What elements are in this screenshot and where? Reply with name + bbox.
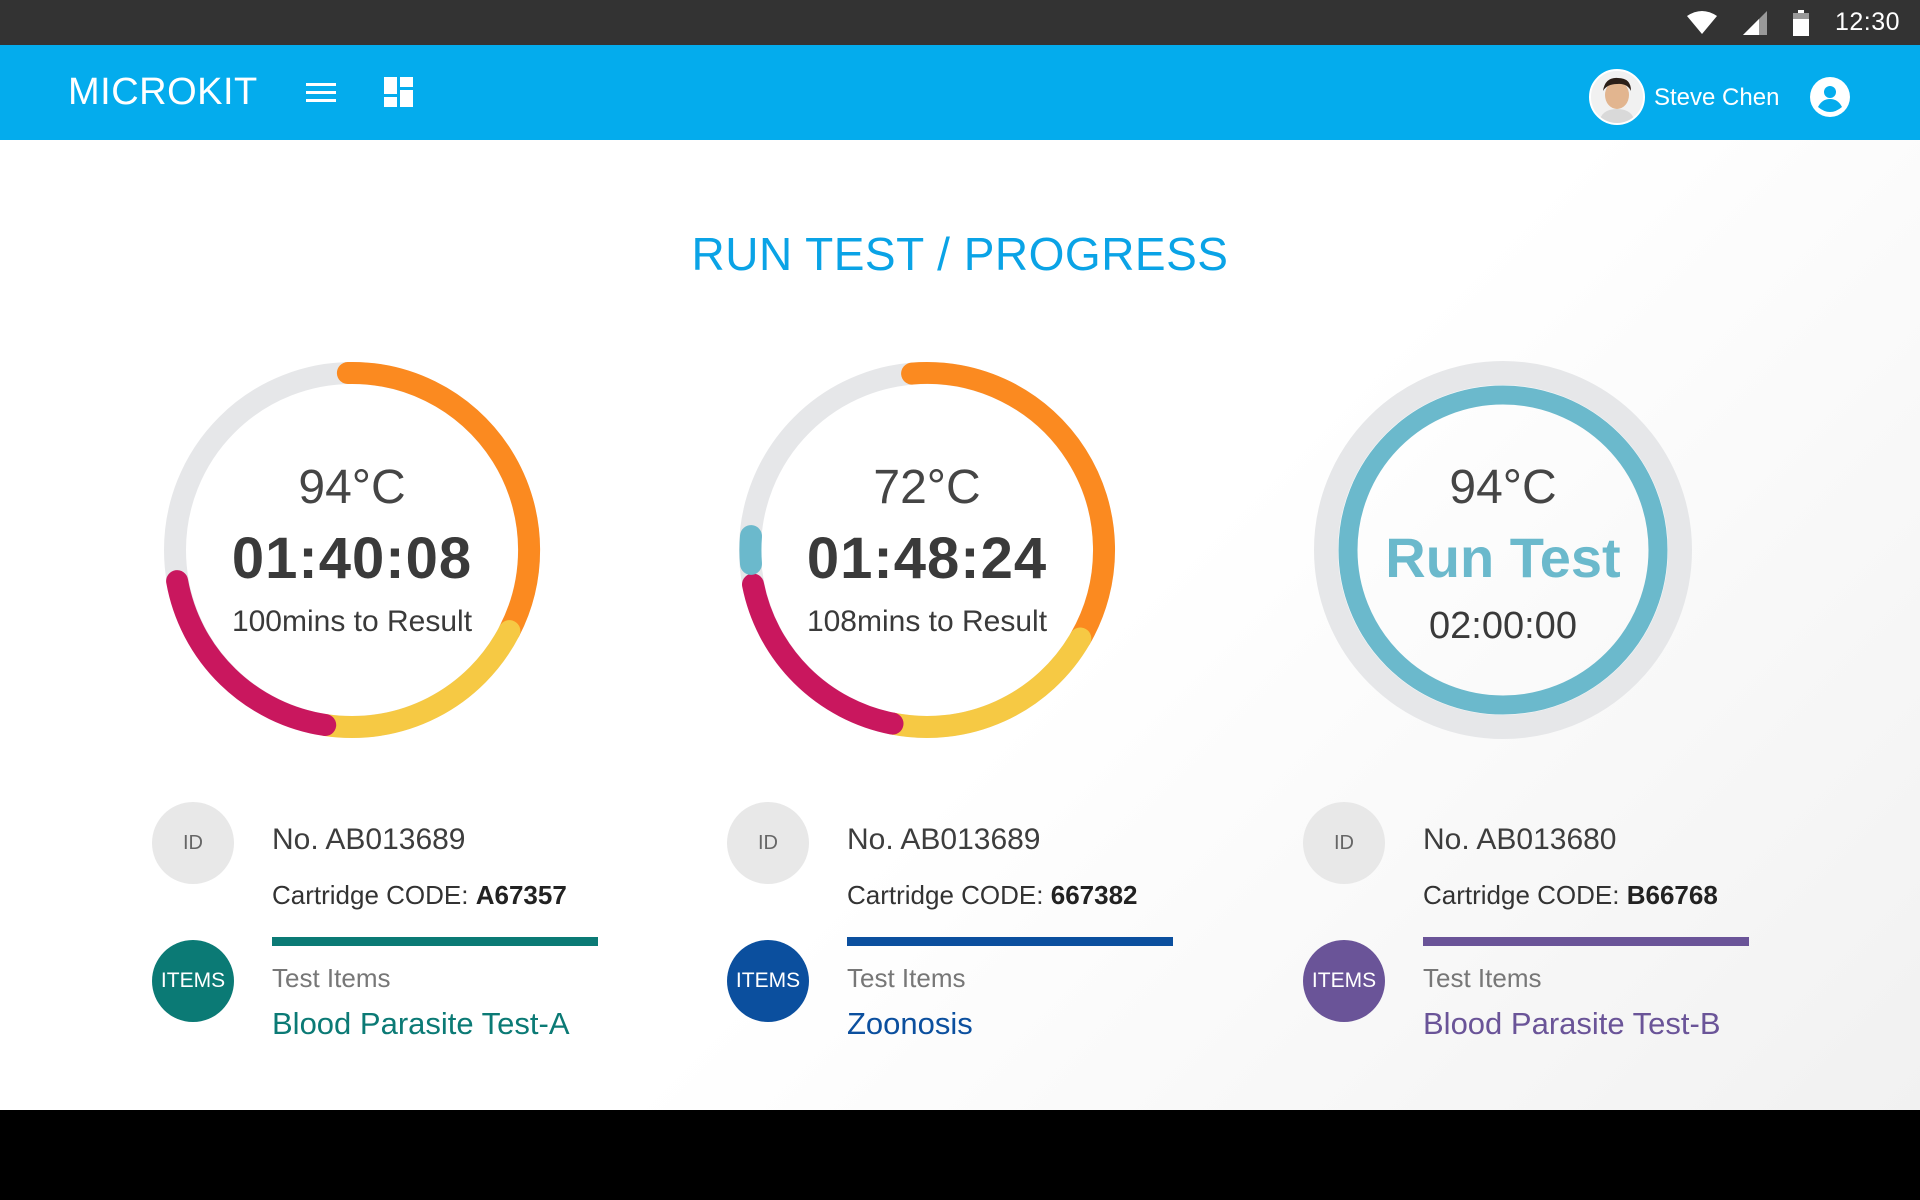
id-badge: ID	[727, 802, 809, 884]
status-icons: 12:30	[1686, 0, 1900, 45]
cartridge-code: Cartridge CODE: B66768	[1423, 880, 1718, 911]
ring-texts: 94°C 01:40:08 100mins to Result	[152, 350, 552, 750]
wifi-icon	[1686, 10, 1717, 35]
avatar[interactable]	[1589, 69, 1645, 125]
battery-icon	[1792, 9, 1809, 36]
temperature: 72°C	[873, 461, 981, 514]
test-items-label: Test Items	[847, 963, 966, 993]
status-time: 12:30	[1834, 8, 1900, 36]
status-bar: 12:30	[0, 0, 1920, 45]
ring-texts: 94°C Run Test 02:00:00	[1303, 350, 1703, 750]
test-item-name[interactable]: Blood Parasite Test-B	[1423, 1006, 1721, 1042]
dashboard-icon[interactable]	[382, 75, 416, 109]
test-item-name[interactable]: Blood Parasite Test-A	[272, 1006, 570, 1042]
test-card: 72°C 01:48:24 108mins to Result ID No. A…	[727, 140, 1287, 1110]
app-title: MICROKIT	[68, 71, 258, 113]
navigation-bar	[0, 1110, 1920, 1200]
cartridge-code: Cartridge CODE: 667382	[847, 880, 1138, 911]
signal-icon	[1742, 10, 1767, 35]
cartridge-label: Cartridge CODE:	[847, 880, 1051, 910]
run-duration: 02:00:00	[1429, 605, 1577, 647]
cartridge-value: 667382	[1050, 880, 1138, 910]
id-number: No. AB013689	[847, 823, 1041, 856]
test-card: 94°C 01:40:08 100mins to Result ID No. A…	[152, 140, 712, 1110]
test-items-label: Test Items	[1423, 963, 1542, 993]
test-items-label: Test Items	[272, 963, 391, 993]
cartridge-value: B66768	[1626, 880, 1718, 910]
cartridge-value: A67357	[475, 880, 567, 910]
menu-icon[interactable]	[302, 77, 340, 109]
id-number: No. AB013689	[272, 823, 466, 856]
elapsed-time: 01:48:24	[806, 526, 1048, 591]
id-badge: ID	[1303, 802, 1385, 884]
accent-divider	[1423, 937, 1749, 946]
ring-texts: 72°C 01:48:24 108mins to Result	[727, 350, 1127, 750]
cartridge-code: Cartridge CODE: A67357	[272, 880, 567, 911]
items-badge: ITEMS	[727, 940, 809, 1022]
items-badge: ITEMS	[1303, 940, 1385, 1022]
items-badge: ITEMS	[152, 940, 234, 1022]
result-text: 100mins to Result	[231, 605, 473, 638]
id-number: No. AB013680	[1423, 823, 1617, 856]
id-badge: ID	[152, 802, 234, 884]
result-text: 108mins to Result	[806, 605, 1048, 638]
account-icon[interactable]	[1808, 75, 1852, 119]
temperature: 94°C	[1449, 461, 1557, 514]
temperature: 94°C	[298, 461, 406, 514]
accent-divider	[272, 937, 598, 946]
test-card: 94°C Run Test 02:00:00 ID No. AB013680 C…	[1303, 140, 1863, 1110]
cartridge-label: Cartridge CODE:	[272, 880, 476, 910]
test-item-name[interactable]: Zoonosis	[847, 1006, 973, 1042]
main-content: RUN TEST / PROGRESS 94°C 01:40:08 100min…	[0, 140, 1920, 1110]
run-test-button[interactable]: Run Test	[1303, 525, 1703, 590]
cartridge-label: Cartridge CODE:	[1423, 880, 1627, 910]
elapsed-time: 01:40:08	[231, 526, 473, 591]
user-name[interactable]: Steve Chen	[1654, 45, 1779, 150]
app-bar: MICROKIT Steve Chen	[0, 45, 1920, 140]
accent-divider	[847, 937, 1173, 946]
